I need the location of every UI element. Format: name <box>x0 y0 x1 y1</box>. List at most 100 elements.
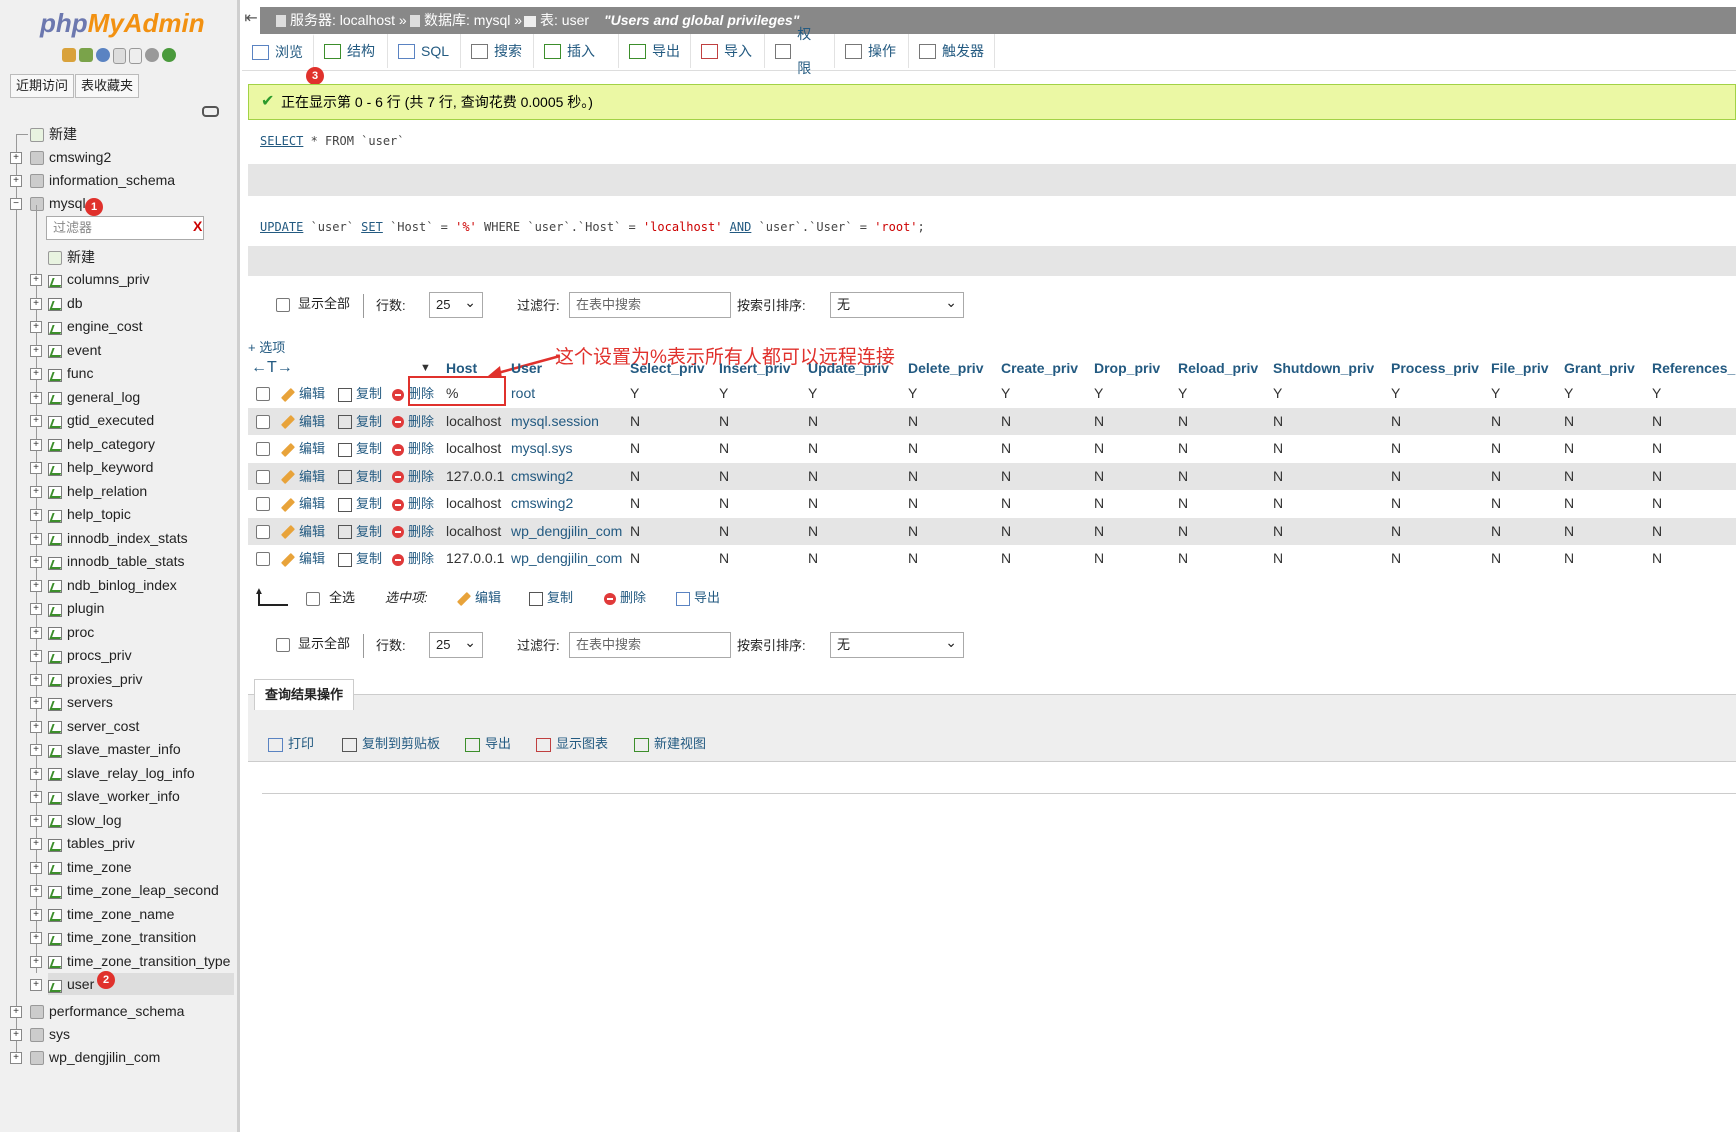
cell-host[interactable]: localhost <box>446 408 501 435</box>
row-delete-button[interactable]: 删除 <box>392 435 434 462</box>
sort-select-bottom[interactable]: 无 <box>830 630 964 658</box>
cell-Delete_priv[interactable]: Y <box>908 380 917 407</box>
cell-Select_priv[interactable]: N <box>630 545 640 572</box>
column-header-Shutdown_priv[interactable]: Shutdown_priv <box>1273 358 1374 378</box>
tab-operations[interactable]: 操作 <box>835 34 909 68</box>
row-delete-button[interactable]: 删除 <box>392 518 434 545</box>
show-all-checkbox-bottom[interactable] <box>276 638 290 652</box>
cell-Grant_priv[interactable]: Y <box>1564 380 1573 407</box>
new-database-item[interactable]: 新建 <box>30 123 77 145</box>
expand-icon[interactable]: + <box>30 979 42 991</box>
expand-icon[interactable]: + <box>30 720 42 733</box>
expand-icon[interactable]: + <box>10 1006 22 1018</box>
cell-Update_priv[interactable]: N <box>808 435 818 462</box>
cell-Delete_priv[interactable]: N <box>908 490 918 517</box>
cell-user[interactable]: cmswing2 <box>511 463 573 490</box>
row-edit-button[interactable]: 编辑 <box>280 435 325 462</box>
column-header-Update_priv[interactable]: Update_priv <box>808 358 889 378</box>
column-header-Delete_priv[interactable]: Delete_priv <box>908 358 983 378</box>
sort-dropdown-icon[interactable]: ▼ <box>420 362 431 374</box>
cell-Process_priv[interactable]: N <box>1391 545 1401 572</box>
breadcrumb-table[interactable]: 表: user <box>524 7 589 34</box>
bulk-copy-button[interactable]: 复制 <box>529 585 573 611</box>
cell-Grant_priv[interactable]: N <box>1564 435 1574 462</box>
cell-Reload_priv[interactable]: Y <box>1178 380 1187 407</box>
recent-button[interactable]: 近期访问 <box>10 74 75 98</box>
expand-icon[interactable]: + <box>30 885 42 897</box>
cell-user[interactable]: mysql.session <box>511 408 599 435</box>
row-copy-button[interactable]: 复制 <box>338 408 382 435</box>
result-op-display-chart[interactable]: 显示图表 <box>536 734 608 754</box>
cell-Insert_priv[interactable]: N <box>719 408 729 435</box>
expand-icon[interactable]: + <box>30 767 42 780</box>
column-header-Process_priv[interactable]: Process_priv <box>1391 358 1479 378</box>
expand-icon[interactable]: + <box>30 673 42 686</box>
cell-File_priv[interactable]: N <box>1491 408 1501 435</box>
cell-Reload_priv[interactable]: N <box>1178 545 1188 572</box>
cell-Grant_priv[interactable]: N <box>1564 518 1574 545</box>
cell-References_p[interactable]: Y <box>1652 380 1661 407</box>
table-item-slow_log[interactable]: slow_log <box>48 809 121 831</box>
cell-References_p[interactable]: N <box>1652 463 1662 490</box>
row-edit-button[interactable]: 编辑 <box>280 545 325 572</box>
row-copy-button[interactable]: 复制 <box>338 380 382 407</box>
row-copy-button[interactable]: 复制 <box>338 463 382 490</box>
cell-Drop_priv[interactable]: N <box>1094 463 1104 490</box>
table-item-tables_priv[interactable]: tables_priv <box>48 832 135 854</box>
table-item-user[interactable]: user <box>48 973 234 995</box>
expand-icon[interactable]: + <box>30 274 42 286</box>
cell-File_priv[interactable]: N <box>1491 545 1501 572</box>
select-all-checkbox[interactable] <box>306 592 320 606</box>
cell-Process_priv[interactable]: N <box>1391 490 1401 517</box>
cell-Shutdown_priv[interactable]: N <box>1273 463 1283 490</box>
expand-icon[interactable]: + <box>30 509 42 521</box>
expand-icon[interactable]: + <box>30 744 42 756</box>
expand-icon[interactable]: + <box>30 861 42 874</box>
cell-Select_priv[interactable]: Y <box>630 380 639 407</box>
cell-Reload_priv[interactable]: N <box>1178 435 1188 462</box>
cell-Shutdown_priv[interactable]: Y <box>1273 380 1282 407</box>
cell-Drop_priv[interactable]: N <box>1094 545 1104 572</box>
cell-File_priv[interactable]: N <box>1491 463 1501 490</box>
cell-Process_priv[interactable]: N <box>1391 408 1401 435</box>
cell-Insert_priv[interactable]: N <box>719 490 729 517</box>
cell-Insert_priv[interactable]: N <box>719 545 729 572</box>
table-item-slave_relay_log_info[interactable]: slave_relay_log_info <box>48 762 195 784</box>
cell-Shutdown_priv[interactable]: N <box>1273 408 1283 435</box>
table-item-help_relation[interactable]: help_relation <box>48 480 147 502</box>
cell-Process_priv[interactable]: Y <box>1391 380 1400 407</box>
cell-References_p[interactable]: N <box>1652 545 1662 572</box>
cell-Process_priv[interactable]: N <box>1391 463 1401 490</box>
cell-user[interactable]: root <box>511 380 535 407</box>
table-item-time_zone[interactable]: time_zone <box>48 856 132 878</box>
expand-icon[interactable]: + <box>30 556 42 568</box>
cell-user[interactable]: mysql.sys <box>511 435 572 462</box>
row-copy-button[interactable]: 复制 <box>338 490 382 517</box>
cell-Update_priv[interactable]: N <box>808 518 818 545</box>
cell-Delete_priv[interactable]: N <box>908 435 918 462</box>
expand-icon[interactable]: + <box>10 152 22 164</box>
cell-host[interactable]: 127.0.0.1 <box>446 545 504 572</box>
cell-Create_priv[interactable]: N <box>1001 463 1011 490</box>
expand-icon[interactable]: + <box>30 932 42 944</box>
cell-File_priv[interactable]: N <box>1491 490 1501 517</box>
row-delete-button[interactable]: 删除 <box>392 408 434 435</box>
cell-Select_priv[interactable]: N <box>630 518 640 545</box>
table-item-slave_worker_info[interactable]: slave_worker_info <box>48 785 180 807</box>
cell-Grant_priv[interactable]: N <box>1564 408 1574 435</box>
cell-Shutdown_priv[interactable]: N <box>1273 435 1283 462</box>
table-item-help_keyword[interactable]: help_keyword <box>48 456 153 478</box>
table-item-engine_cost[interactable]: engine_cost <box>48 315 143 337</box>
tab-import[interactable]: 导入 <box>691 34 765 68</box>
table-item-time_zone_leap_second[interactable]: time_zone_leap_second <box>48 879 219 901</box>
cell-Grant_priv[interactable]: N <box>1564 463 1574 490</box>
options-link[interactable]: + 选项 <box>248 337 285 356</box>
row-delete-button[interactable]: 删除 <box>392 545 434 572</box>
home-icon[interactable] <box>62 48 76 62</box>
cell-host[interactable]: localhost <box>446 435 501 462</box>
breadcrumb-server[interactable]: 服务器: localhost » <box>276 7 407 34</box>
tab-insert[interactable]: 插入 <box>534 34 619 68</box>
settings-icon[interactable] <box>145 48 159 62</box>
cell-Grant_priv[interactable]: N <box>1564 490 1574 517</box>
sort-select[interactable]: 无 <box>830 290 964 318</box>
